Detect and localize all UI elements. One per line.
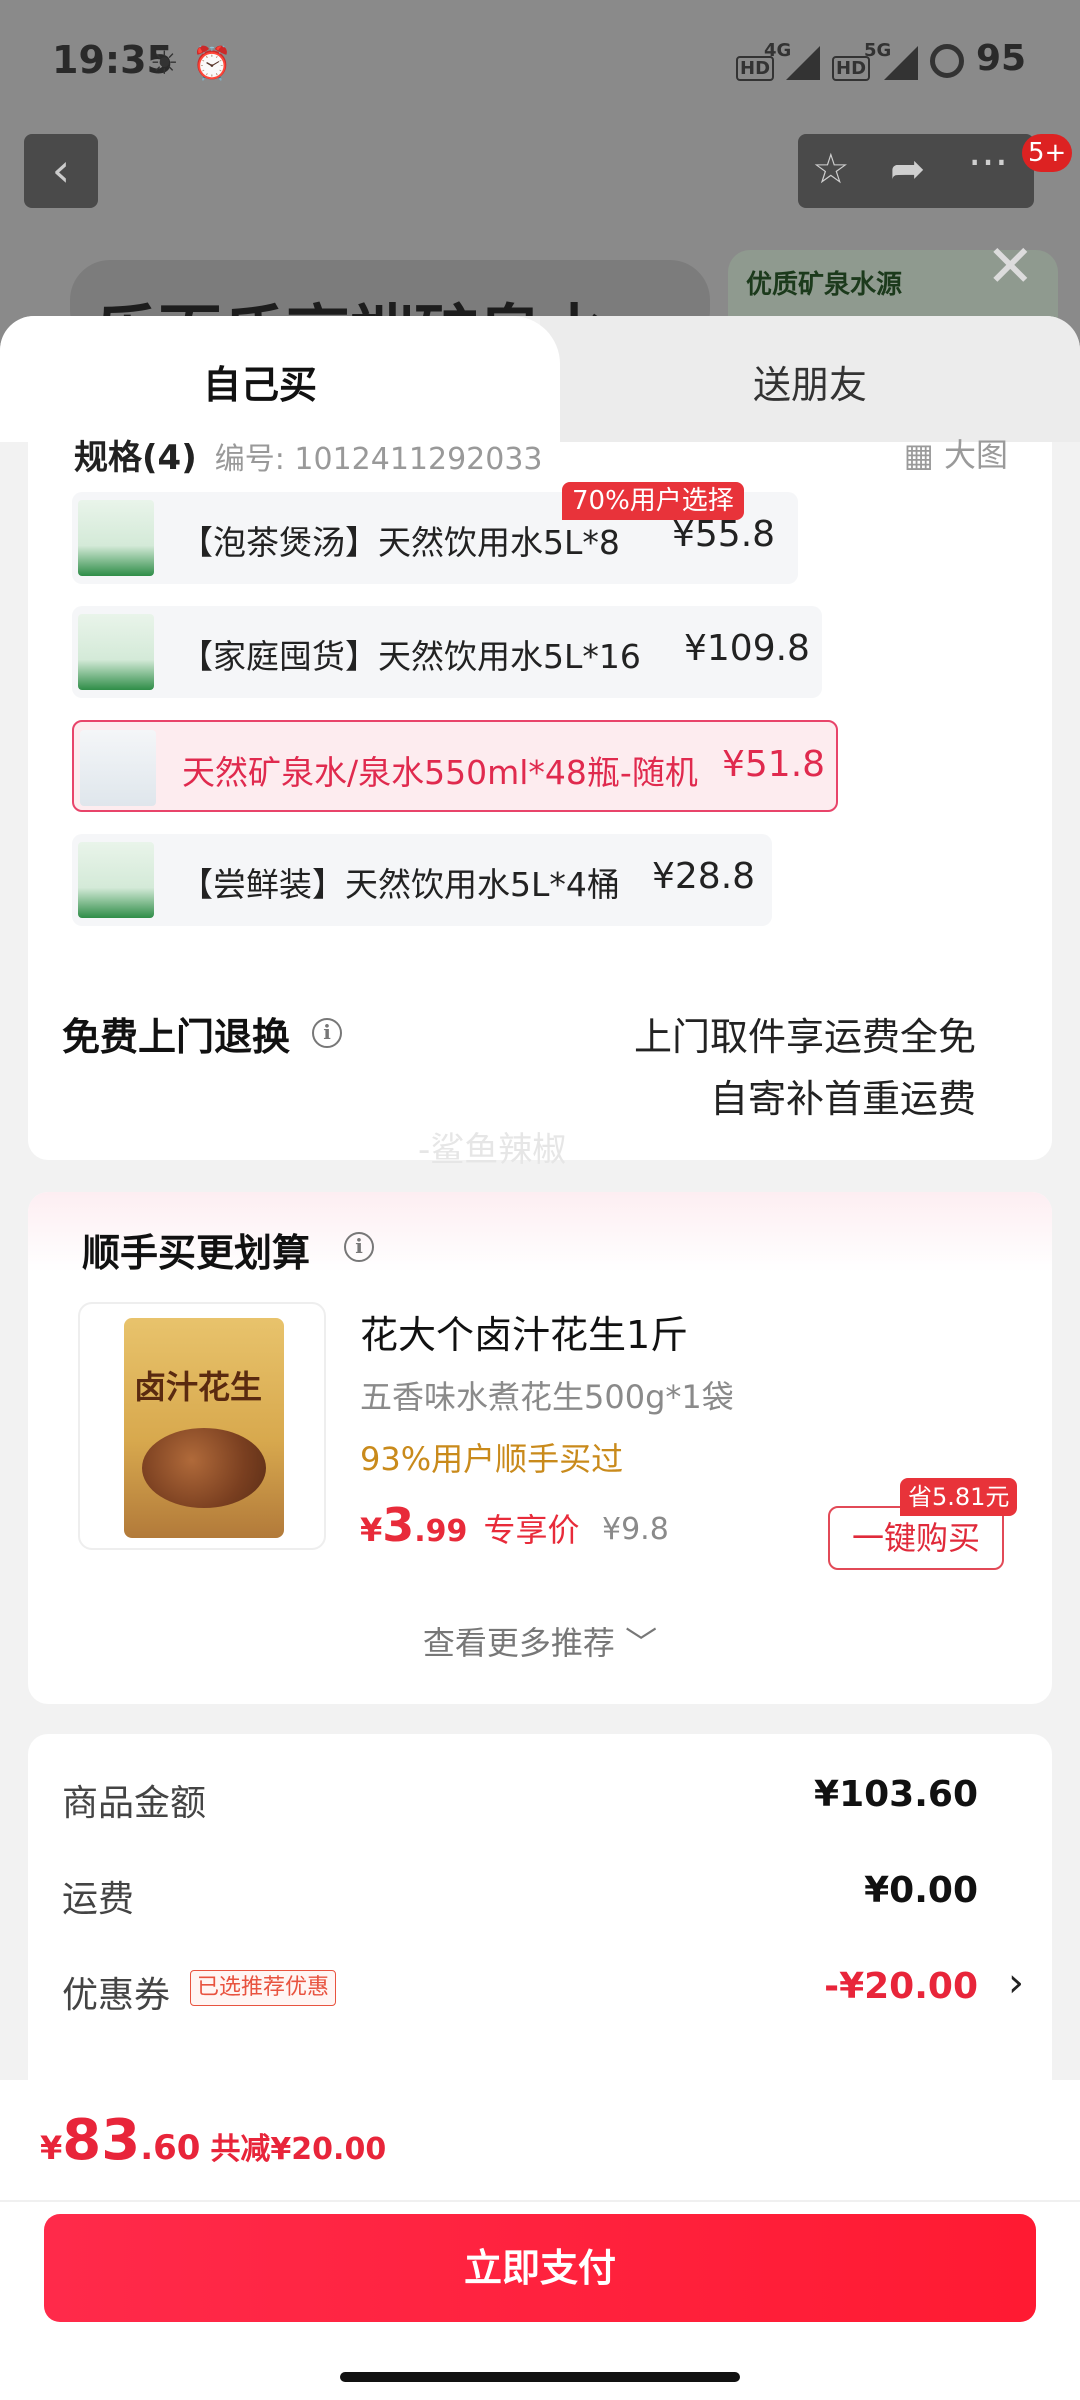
- coupon-recommended-tag: 已选推荐优惠: [190, 1970, 337, 2006]
- option-thumbnail: [78, 500, 154, 576]
- home-indicator[interactable]: [340, 2372, 740, 2382]
- return-self-ship-text: 自寄补首重运费: [709, 1077, 976, 1121]
- alarm-icon: ⏰: [192, 44, 232, 82]
- popular-choice-tag: 70%用户选择: [562, 482, 744, 520]
- spec-option-3-selected[interactable]: 天然矿泉水/泉水550ml*48瓶-随机 ¥51.8: [72, 720, 838, 812]
- bundle-product-name[interactable]: 花大个卤汁花生1斤: [360, 1304, 688, 1359]
- info-icon[interactable]: i: [344, 1232, 374, 1262]
- message-badge: 5+: [1022, 134, 1073, 172]
- tab-gift[interactable]: 送朋友: [540, 316, 1080, 442]
- product-code: 编号: 1012411292033: [214, 442, 543, 477]
- chevron-right-icon[interactable]: ›: [1008, 1960, 1024, 2006]
- shipping-value: ¥0.00: [864, 1870, 978, 1911]
- bundle-title: 顺手买更划算: [82, 1231, 311, 1275]
- toolbar-actions: ☆ ➦ ···: [798, 134, 1034, 208]
- weather-icon: ☀: [150, 44, 179, 82]
- checkout-bar: ¥83.60 共减¥20.00 立即支付: [0, 2080, 1080, 2400]
- spec-option-2[interactable]: 【家庭囤货】天然饮用水5L*16 ¥109.8: [72, 606, 822, 698]
- signal-icon-2: [884, 46, 918, 80]
- coupon-value[interactable]: -¥20.00: [824, 1966, 978, 2007]
- view-more-recommendations[interactable]: 查看更多推荐 ﹀: [28, 1618, 1052, 1664]
- option-thumbnail: [78, 842, 154, 918]
- status-bar: 19:35 ☀ ⏰ HD 4G HD 5G 95: [0, 0, 1080, 120]
- signal-icon: [786, 46, 820, 80]
- goods-amount-value: ¥103.60: [814, 1774, 978, 1815]
- share-icon[interactable]: ➦: [890, 144, 925, 193]
- spec-heading: 规格(4) 编号: 1012411292033: [74, 438, 543, 478]
- back-button[interactable]: ‹: [24, 134, 98, 208]
- product-image[interactable]: 卤汁花生: [78, 1302, 326, 1550]
- battery-icon: [930, 44, 964, 78]
- bundle-original-price: ¥9.8: [602, 1512, 669, 1547]
- battery-level: 95: [976, 38, 1027, 79]
- pay-now-button[interactable]: 立即支付: [44, 2214, 1036, 2322]
- discount-total: 共减¥20.00: [210, 2132, 387, 2167]
- watermark: -鲨鱼辣椒: [418, 1130, 567, 1170]
- info-icon[interactable]: i: [312, 1018, 342, 1048]
- bundle-card: 顺手买更划算 i 卤汁花生 花大个卤汁花生1斤 五香味水煮花生500g*1袋 9…: [28, 1192, 1052, 1704]
- bundle-popularity: 93%用户顺手买过: [360, 1440, 624, 1478]
- return-pickup-text: 上门取件享运费全免: [633, 1015, 976, 1059]
- more-icon[interactable]: ···: [968, 138, 1008, 187]
- divider: [0, 2200, 1080, 2202]
- option-thumbnail: [80, 730, 156, 806]
- total-price: ¥83.60 共减¥20.00: [40, 2108, 387, 2173]
- big-view-button[interactable]: ▦ 大图: [904, 430, 1008, 476]
- tab-self-buy[interactable]: 自己买: [0, 316, 560, 442]
- bundle-product-subtitle: 五香味水煮花生500g*1袋: [360, 1378, 734, 1416]
- free-return-label: 免费上门退换: [62, 1015, 291, 1059]
- peanut-bag-image: 卤汁花生: [124, 1318, 284, 1538]
- shipping-label: 运费: [62, 1879, 135, 1920]
- purchase-sheet: 送朋友 自己买 规格(4) 编号: 1012411292033 ▦ 大图 【泡茶煲…: [0, 316, 1080, 2400]
- close-icon[interactable]: ✕: [986, 232, 1035, 300]
- spec-option-4[interactable]: 【尝鲜装】天然饮用水5L*4桶 ¥28.8: [72, 834, 772, 926]
- coupon-label: 优惠券: [62, 1975, 171, 2016]
- star-icon[interactable]: ☆: [812, 144, 850, 193]
- save-tag: 省5.81元: [900, 1478, 1018, 1516]
- goods-amount-label: 商品金额: [62, 1783, 207, 1824]
- option-thumbnail: [78, 614, 154, 690]
- bundle-price: ¥3.99 专享价: [360, 1498, 580, 1552]
